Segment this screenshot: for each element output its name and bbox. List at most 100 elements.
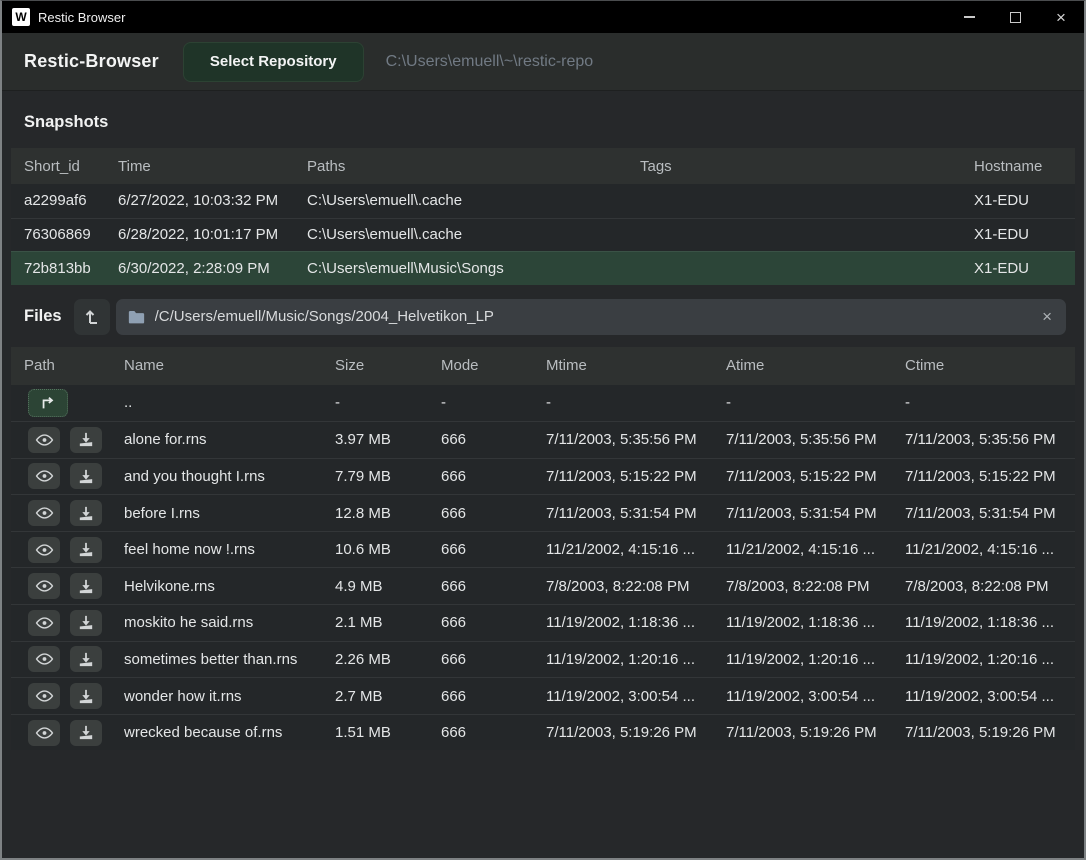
eye-icon <box>35 616 54 630</box>
eye-icon <box>35 433 54 447</box>
file-ctime: 7/11/2003, 5:15:22 PM <box>905 468 1075 485</box>
file-mtime: 7/8/2003, 8:22:08 PM <box>546 578 726 595</box>
file-row[interactable]: feel home now !.rns10.6 MB66611/21/2002,… <box>11 531 1075 568</box>
eye-icon <box>35 579 54 593</box>
download-file-button[interactable] <box>70 537 102 563</box>
snapshots-heading: Snapshots <box>2 91 1084 148</box>
files-toolbar: Files /C/Users/emuell/Music/Songs/2004_H… <box>2 285 1084 347</box>
file-row[interactable]: sometimes better than.rns2.26 MB66611/19… <box>11 641 1075 678</box>
snapshot-hostname: X1-EDU <box>974 226 1075 243</box>
view-file-button[interactable] <box>28 427 60 453</box>
file-row[interactable]: and you thought I.rns7.79 MB6667/11/2003… <box>11 458 1075 495</box>
folder-icon <box>128 310 145 324</box>
eye-icon <box>35 726 54 740</box>
download-icon <box>78 542 94 557</box>
file-mode: 666 <box>441 578 546 595</box>
file-mtime: 11/19/2002, 1:20:16 ... <box>546 651 726 668</box>
file-row[interactable]: wonder how it.rns2.7 MB66611/19/2002, 3:… <box>11 677 1075 714</box>
column-header-atime: Atime <box>726 357 905 374</box>
view-file-button[interactable] <box>28 683 60 709</box>
eye-icon <box>35 689 54 703</box>
file-mode: 666 <box>441 724 546 741</box>
download-file-button[interactable] <box>70 646 102 672</box>
view-file-button[interactable] <box>28 500 60 526</box>
view-file-button[interactable] <box>28 610 60 636</box>
file-row[interactable]: moskito he said.rns2.1 MB66611/19/2002, … <box>11 604 1075 641</box>
file-actions <box>24 500 124 526</box>
file-ctime: 7/11/2003, 5:35:56 PM <box>905 431 1075 448</box>
file-mode: 666 <box>441 614 546 631</box>
file-ctime: 7/8/2003, 8:22:08 PM <box>905 578 1075 595</box>
level-up-button[interactable] <box>74 299 110 335</box>
maximize-button[interactable] <box>992 1 1038 33</box>
column-header-tags: Tags <box>640 158 974 175</box>
file-mtime: 7/11/2003, 5:15:22 PM <box>546 468 726 485</box>
download-file-button[interactable] <box>70 720 102 746</box>
header: Restic-Browser Select Repository C:\User… <box>2 33 1084 91</box>
snapshot-row[interactable]: 72b813bb6/30/2022, 2:28:09 PMC:\Users\em… <box>11 251 1075 285</box>
file-mtime: 7/11/2003, 5:19:26 PM <box>546 724 726 741</box>
eye-icon <box>35 543 54 557</box>
repository-path: C:\Users\emuell\~\restic-repo <box>386 53 594 71</box>
download-file-button[interactable] <box>70 427 102 453</box>
download-file-button[interactable] <box>70 610 102 636</box>
column-header-mode: Mode <box>441 357 546 374</box>
snapshot-row[interactable]: a2299af66/27/2022, 10:03:32 PMC:\Users\e… <box>11 184 1075 218</box>
file-name: Helvikone.rns <box>124 578 335 595</box>
view-file-button[interactable] <box>28 646 60 672</box>
file-row[interactable]: Helvikone.rns4.9 MB6667/8/2003, 8:22:08 … <box>11 567 1075 604</box>
eye-icon <box>35 652 54 666</box>
view-file-button[interactable] <box>28 537 60 563</box>
file-name: wrecked because of.rns <box>124 724 335 741</box>
file-ctime: 7/11/2003, 5:19:26 PM <box>905 724 1075 741</box>
view-file-button[interactable] <box>28 573 60 599</box>
file-mtime: 7/11/2003, 5:35:56 PM <box>546 431 726 448</box>
file-mtime: 11/19/2002, 1:18:36 ... <box>546 614 726 631</box>
file-mode: 666 <box>441 541 546 558</box>
close-icon: × <box>1056 9 1066 26</box>
file-actions <box>24 427 124 453</box>
files-path-value: /C/Users/emuell/Music/Songs/2004_Helveti… <box>155 308 1040 325</box>
file-actions <box>24 646 124 672</box>
column-header-hostname: Hostname <box>974 158 1075 175</box>
file-name: sometimes better than.rns <box>124 651 335 668</box>
file-mode: 666 <box>441 431 546 448</box>
minimize-button[interactable] <box>946 1 992 33</box>
close-button[interactable]: × <box>1038 1 1084 33</box>
snapshot-row[interactable]: 763068696/28/2022, 10:01:17 PMC:\Users\e… <box>11 218 1075 252</box>
select-repository-button[interactable]: Select Repository <box>183 42 364 82</box>
download-icon <box>78 615 94 630</box>
parent-directory-row[interactable]: ..----- <box>11 385 1075 422</box>
file-name: wonder how it.rns <box>124 688 335 705</box>
download-icon <box>78 652 94 667</box>
close-x-icon: × <box>1042 307 1052 326</box>
view-file-button[interactable] <box>28 463 60 489</box>
minimize-icon <box>964 16 975 18</box>
file-row[interactable]: before I.rns12.8 MB6667/11/2003, 5:31:54… <box>11 494 1075 531</box>
download-file-button[interactable] <box>70 573 102 599</box>
file-actions <box>24 720 124 746</box>
files-path-input[interactable]: /C/Users/emuell/Music/Songs/2004_Helveti… <box>116 299 1066 335</box>
download-file-button[interactable] <box>70 683 102 709</box>
file-atime: 11/19/2002, 1:20:16 ... <box>726 651 905 668</box>
file-row[interactable]: wrecked because of.rns1.51 MB6667/11/200… <box>11 714 1075 751</box>
file-size: 10.6 MB <box>335 541 441 558</box>
download-icon <box>78 432 94 447</box>
snapshots-table-body: a2299af66/27/2022, 10:03:32 PMC:\Users\e… <box>11 184 1075 285</box>
file-actions <box>24 573 124 599</box>
file-name: .. <box>124 394 335 411</box>
column-header-mtime: Mtime <box>546 357 726 374</box>
clear-path-button[interactable]: × <box>1040 308 1054 325</box>
view-file-button[interactable] <box>28 720 60 746</box>
file-size: 2.1 MB <box>335 614 441 631</box>
file-actions <box>24 683 124 709</box>
go-to-parent-button[interactable] <box>28 389 68 417</box>
snapshot-short-id: 76306869 <box>24 226 118 243</box>
file-size: 7.79 MB <box>335 468 441 485</box>
titlebar: W Restic Browser × <box>2 1 1084 33</box>
download-icon <box>78 689 94 704</box>
file-mode: - <box>441 394 546 411</box>
download-file-button[interactable] <box>70 500 102 526</box>
download-file-button[interactable] <box>70 463 102 489</box>
file-row[interactable]: alone for.rns3.97 MB6667/11/2003, 5:35:5… <box>11 421 1075 458</box>
